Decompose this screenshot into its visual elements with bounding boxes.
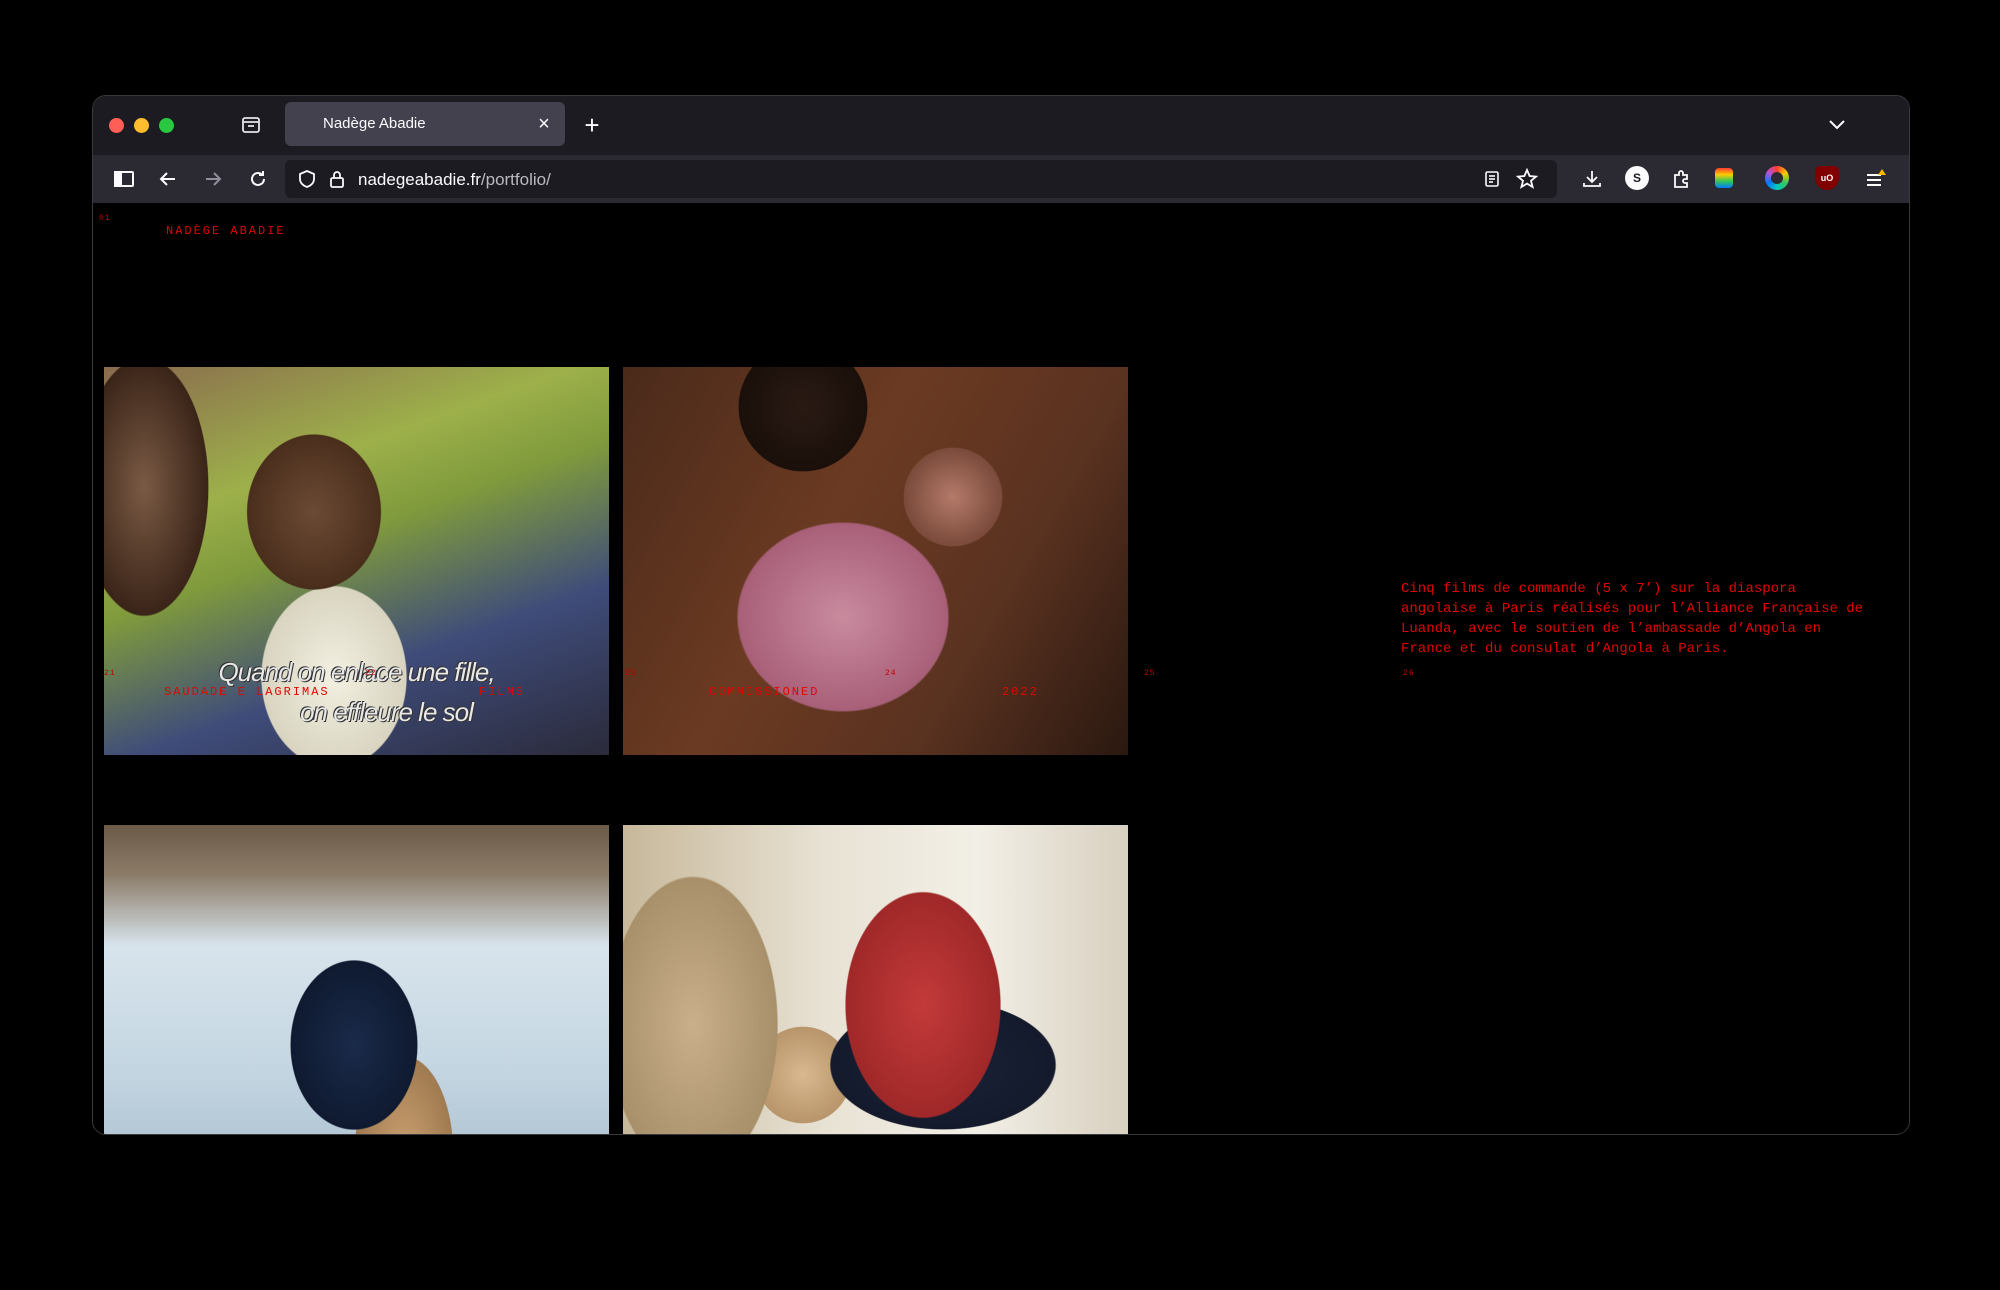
navigation-toolbar: nadegeabadie.fr/portfolio/ S uO (93, 155, 1909, 203)
minimize-window-button[interactable] (134, 118, 149, 133)
account-s-icon[interactable]: S (1625, 166, 1649, 190)
url-domain: nadegeabadie.fr (358, 170, 481, 189)
meta-number: 26 (1403, 669, 1415, 678)
meta-number: 23 (625, 669, 637, 678)
menu-hamburger-icon[interactable] (1863, 166, 1889, 192)
tab-overview-icon[interactable] (239, 113, 263, 137)
close-window-button[interactable] (109, 118, 124, 133)
tab-title: Nadège Abadie (323, 115, 426, 132)
new-tab-button[interactable]: + (577, 110, 607, 140)
url-text[interactable]: nadegeabadie.fr/portfolio/ (358, 170, 551, 190)
photo-subtitle-line1: Quand on enlace une fille, (218, 657, 495, 687)
project-description: Cinq films de commande (5 x 7’) sur la d… (1401, 581, 1864, 657)
meta-number: 25 (1144, 669, 1156, 678)
meta-number: 21 (104, 669, 116, 678)
zoom-window-button[interactable] (159, 118, 174, 133)
site-title[interactable]: NADÈGE ABADIE (166, 224, 286, 238)
rainbow-extension-icon[interactable] (1715, 168, 1733, 188)
shield-icon[interactable] (295, 167, 319, 191)
back-arrow-icon[interactable] (155, 166, 181, 192)
browser-window: Nadège Abadie × + nadegeabadie.fr/portfo… (92, 95, 1910, 1135)
active-tab[interactable]: Nadège Abadie × (285, 102, 565, 146)
index-number: 01 (99, 214, 111, 223)
photo-subtitle-line2: on effleure le sol (300, 697, 474, 727)
meta-number: 24 (885, 669, 897, 678)
project-photo-boots[interactable] (623, 825, 1128, 1134)
download-icon[interactable] (1579, 166, 1605, 192)
bookmark-star-icon[interactable] (1515, 167, 1539, 191)
lock-icon[interactable] (325, 167, 349, 191)
project-category: FILMS (479, 685, 526, 699)
sidebar-icon[interactable] (111, 166, 137, 192)
url-path: /portfolio/ (480, 170, 551, 189)
tab-bar: Nadège Abadie × + (93, 96, 1909, 155)
url-bar[interactable]: nadegeabadie.fr/portfolio/ (285, 160, 1557, 198)
meta-number: 22 (365, 669, 377, 678)
close-tab-icon[interactable]: × (533, 113, 555, 135)
project-title[interactable]: SAUDADE E LAGRIMAS (164, 685, 330, 699)
chevron-down-icon[interactable] (1825, 112, 1849, 136)
reload-icon[interactable] (245, 166, 271, 192)
project-year: 2022 (1002, 685, 1039, 699)
page-content: 01 NADÈGE ABADIE Quand on enlace une fil… (93, 203, 1909, 1134)
project-photo-embrace[interactable] (623, 367, 1128, 755)
ublock-origin-icon[interactable]: uO (1815, 166, 1839, 190)
forward-arrow-icon[interactable] (200, 166, 226, 192)
reader-view-icon[interactable] (1480, 167, 1504, 191)
color-picker-extension-icon[interactable] (1765, 166, 1789, 190)
project-photo-dancer[interactable] (104, 825, 609, 1134)
project-type: COMMISSIONED (709, 685, 820, 699)
extensions-puzzle-icon[interactable] (1668, 166, 1694, 192)
